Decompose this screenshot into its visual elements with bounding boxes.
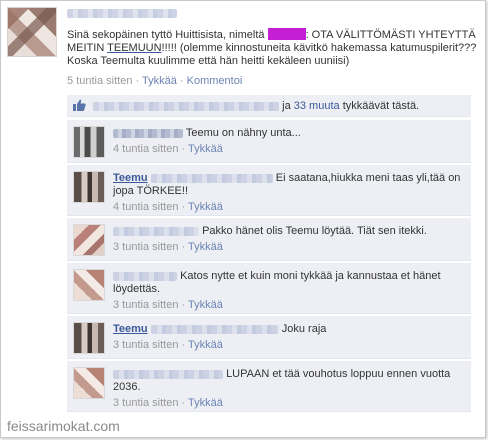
comment-like-link[interactable]: Tykkää <box>188 299 223 311</box>
post-body: Sinä sekopäinen tyttö Huittisista, nimel… <box>67 7 477 87</box>
post-timestamp[interactable]: 5 tuntia sitten <box>67 75 132 87</box>
comment-body: Katos nytte et kuin moni tykkää ja kannu… <box>113 270 465 312</box>
commenter-surname-blurred[interactable] <box>150 173 273 183</box>
comment-item: LUPAAN et tää vouhotus loppuu ennen vuot… <box>67 360 471 412</box>
commenter-name-blurred[interactable] <box>113 128 183 138</box>
commenter-avatar[interactable] <box>73 126 105 158</box>
comment-like-link[interactable]: Tykkää <box>188 241 223 253</box>
site-watermark: feissarimokat.com <box>7 418 120 434</box>
comment-body: Teemu on nähny unta... 4 tuntia sitten ·… <box>113 127 465 156</box>
commenter-avatar[interactable] <box>73 171 105 203</box>
comment-like-link[interactable]: Tykkää <box>188 201 223 213</box>
commenter-surname-blurred[interactable] <box>150 324 279 334</box>
comment-like-link[interactable]: Tykkää <box>188 397 223 409</box>
comment-meta: 3 tuntia sitten · Tykkää <box>113 241 223 253</box>
screenshot-frame: Sinä sekopäinen tyttö Huittisista, nimel… <box>0 0 486 438</box>
redaction-block <box>267 28 306 40</box>
comment-body: Teemu Ei saatana,hiukka meni taas yli,tä… <box>113 172 465 214</box>
comment-item: Teemu Ei saatana,hiukka meni taas yli,tä… <box>67 164 471 216</box>
post-meta: 5 tuntia sitten · Tykkää · Kommentoi <box>67 75 243 87</box>
comment-meta: 3 tuntia sitten · Tykkää <box>113 299 223 311</box>
commenter-name[interactable]: Teemu <box>113 172 148 184</box>
commenter-name-blurred[interactable] <box>113 226 199 236</box>
comment-item: Teemu on nähny unta... 4 tuntia sitten ·… <box>67 119 471 163</box>
commenter-name[interactable]: Teemu <box>113 323 148 335</box>
comment-like-link[interactable]: Tykkää <box>188 339 223 351</box>
comment-link[interactable]: Kommentoi <box>187 75 243 87</box>
comment-body: Teemu Joku raja 3 tuntia sitten · Tykkää <box>113 323 465 352</box>
poster-avatar[interactable] <box>7 7 57 57</box>
comment-text: Teemu on nähny unta... <box>185 127 301 139</box>
comment-item: Teemu Joku raja 3 tuntia sitten · Tykkää <box>67 315 471 359</box>
post-text: Sinä sekopäinen tyttö Huittisista, nimel… <box>67 28 477 67</box>
poster-name-blurred[interactable] <box>67 8 177 18</box>
comment-text: Pakko hänet olis Teemu löytää. Tiät sen … <box>202 225 427 237</box>
comment-meta: 4 tuntia sitten · Tykkää <box>113 143 223 155</box>
commenter-name-blurred[interactable] <box>113 271 177 281</box>
comment-body: Pakko hänet olis Teemu löytää. Tiät sen … <box>113 225 465 254</box>
commenter-avatar[interactable] <box>73 322 105 354</box>
comment-body: LUPAAN et tää vouhotus loppuu ennen vuot… <box>113 368 465 410</box>
tagged-name-link[interactable]: TEEMUUN <box>107 42 161 54</box>
thumbs-up-icon <box>73 99 86 111</box>
comment-meta: 3 tuntia sitten · Tykkää <box>113 339 223 351</box>
likes-bar: ja 33 muuta tykkäävät tästä. <box>67 95 471 117</box>
comment-like-link[interactable]: Tykkää <box>188 143 223 155</box>
commenter-avatar[interactable] <box>73 224 105 256</box>
others-like-link[interactable]: 33 muuta <box>294 100 340 112</box>
likers-names-blurred[interactable] <box>93 101 280 111</box>
comment-item: Pakko hänet olis Teemu löytää. Tiät sen … <box>67 217 471 261</box>
commenter-name-blurred[interactable] <box>113 369 223 379</box>
like-link[interactable]: Tykkää <box>142 75 177 87</box>
comment-meta: 4 tuntia sitten · Tykkää <box>113 201 223 213</box>
comment-meta: 3 tuntia sitten · Tykkää <box>113 397 223 409</box>
comment-text: Joku raja <box>281 323 327 335</box>
comment-item: Katos nytte et kuin moni tykkää ja kannu… <box>67 262 471 314</box>
commenter-avatar[interactable] <box>73 269 105 301</box>
commenter-avatar[interactable] <box>73 367 105 399</box>
